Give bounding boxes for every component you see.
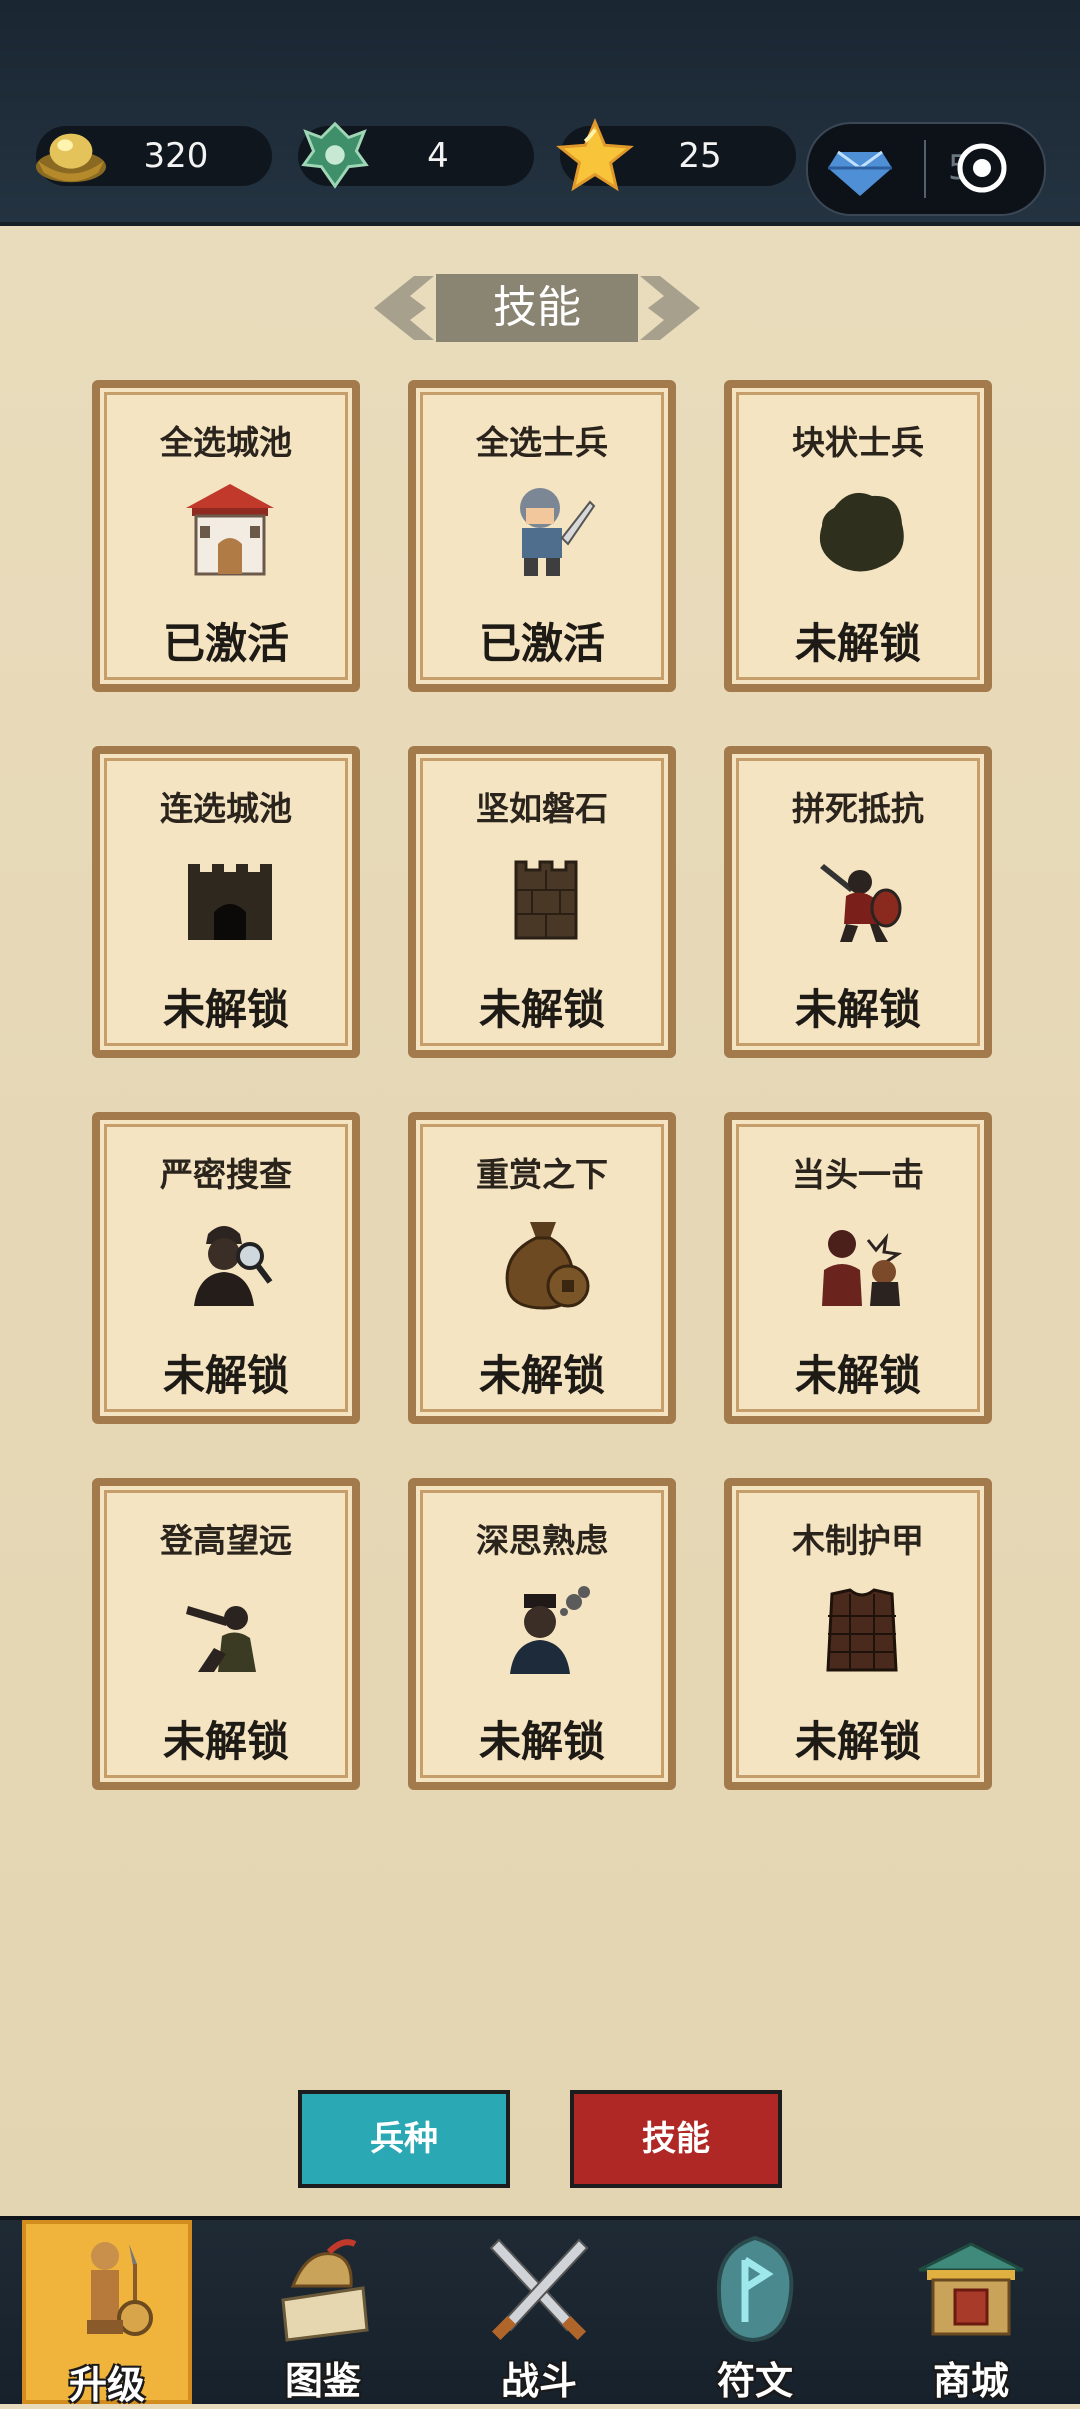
skill-status: 未解锁: [794, 1351, 921, 1400]
battle-icon: [489, 2238, 589, 2341]
castle-gate-icon: [186, 484, 274, 576]
codex-icon: [281, 2239, 369, 2342]
skill-name: 严密搜查: [160, 1155, 292, 1194]
shop-icon: [918, 2242, 1024, 2336]
nav-battle[interactable]: 战斗: [454, 2220, 624, 2404]
skill-name: 当头一击: [792, 1155, 924, 1194]
troops-button[interactable]: 兵种: [298, 2090, 510, 2188]
skill-card[interactable]: 当头一击 未解锁: [724, 1112, 992, 1424]
skill-name: 全选城池: [160, 423, 292, 462]
capsule-divider: [924, 140, 926, 198]
star-counter: 25: [556, 118, 796, 192]
magnifier-officer-icon: [194, 1226, 273, 1306]
skill-status: 未解锁: [162, 1351, 289, 1400]
skill-card[interactable]: 重赏之下 未解锁: [408, 1112, 676, 1424]
skills-button[interactable]: 技能: [570, 2090, 782, 2188]
star-icon: [556, 118, 634, 192]
nav-label: 商城: [932, 2359, 1009, 2403]
warrior-shield-icon: [820, 864, 902, 942]
nav-rune[interactable]: 符文: [670, 2220, 840, 2404]
nav-label: 战斗: [500, 2359, 577, 2403]
gold-ingot-icon: [35, 133, 107, 183]
tower-icon: [188, 864, 272, 940]
skill-name: 登高望远: [160, 1521, 292, 1560]
skill-card[interactable]: 连选城池 未解锁: [92, 746, 360, 1058]
strike-icon: [822, 1230, 903, 1306]
wood-armor-icon: [826, 1588, 898, 1672]
nav-shop[interactable]: 商城: [886, 2220, 1056, 2404]
skill-card[interactable]: 坚如磐石 未解锁: [408, 746, 676, 1058]
skill-card[interactable]: 全选士兵 已激活: [408, 380, 676, 692]
skill-name: 深思熟虑: [476, 1521, 608, 1560]
skill-status: 已激活: [162, 619, 289, 668]
skill-status: 未解锁: [794, 985, 921, 1034]
nav-label: 图鉴: [284, 2359, 361, 2403]
nav-codex[interactable]: 图鉴: [238, 2220, 408, 2404]
skill-status: 未解锁: [162, 985, 289, 1034]
upgrade-icon: [87, 2242, 153, 2336]
bottom-nav: 升级 图鉴 战斗 符文 商城: [0, 2216, 1080, 2407]
skill-card[interactable]: 拼死抵抗 未解锁: [724, 746, 992, 1058]
skill-status: 未解锁: [794, 1717, 921, 1766]
dragon-counter: 4: [298, 121, 534, 189]
dragon-value: 4: [427, 136, 449, 176]
gold-counter: 320: [35, 126, 272, 186]
skill-name: 重赏之下: [476, 1155, 608, 1194]
dragon-emblem-icon: [301, 121, 369, 189]
skill-name: 坚如磐石: [476, 789, 608, 828]
skill-status: 未解锁: [162, 1717, 289, 1766]
diamond-capsule[interactable]: 55: [806, 122, 1046, 216]
gold-value: 320: [143, 136, 209, 176]
skill-name: 拼死抵抗: [792, 789, 924, 828]
skill-status: 未解锁: [478, 985, 605, 1034]
skill-name: 块状士兵: [792, 423, 924, 462]
skill-status: 未解锁: [478, 1717, 605, 1766]
stone-tower-icon: [514, 860, 578, 940]
page-title: 技能: [493, 282, 581, 333]
skill-card[interactable]: 登高望远 未解锁: [92, 1478, 360, 1790]
skill-status: 未解锁: [478, 1351, 605, 1400]
blob-icon: [819, 492, 904, 572]
skill-card[interactable]: 块状士兵 未解锁: [724, 380, 992, 692]
nav-label: 符文: [716, 2359, 793, 2403]
thinker-icon: [510, 1586, 590, 1674]
star-value: 25: [678, 136, 722, 176]
nav-upgrade[interactable]: 升级: [22, 2220, 192, 2407]
money-bag-icon: [505, 1222, 590, 1310]
skill-card[interactable]: 严密搜查 未解锁: [92, 1112, 360, 1424]
nav-label: 升级: [68, 2363, 145, 2407]
skill-card[interactable]: 木制护甲 未解锁: [724, 1478, 992, 1790]
rune-icon: [716, 2235, 794, 2343]
target-icon[interactable]: [956, 142, 1008, 194]
soldier-icon: [520, 488, 596, 576]
skill-status: 未解锁: [794, 619, 921, 668]
skill-name: 木制护甲: [792, 1521, 924, 1560]
telescope-icon: [186, 1606, 256, 1672]
skill-card[interactable]: 深思熟虑 未解锁: [408, 1478, 676, 1790]
skill-name: 连选城池: [160, 789, 292, 828]
skill-card[interactable]: 全选城池 已激活: [92, 380, 360, 692]
skill-name: 全选士兵: [476, 423, 608, 462]
resource-bar: 320 4 25 55: [0, 0, 1080, 226]
diamond-icon: [828, 150, 892, 196]
skill-status: 已激活: [478, 619, 605, 668]
